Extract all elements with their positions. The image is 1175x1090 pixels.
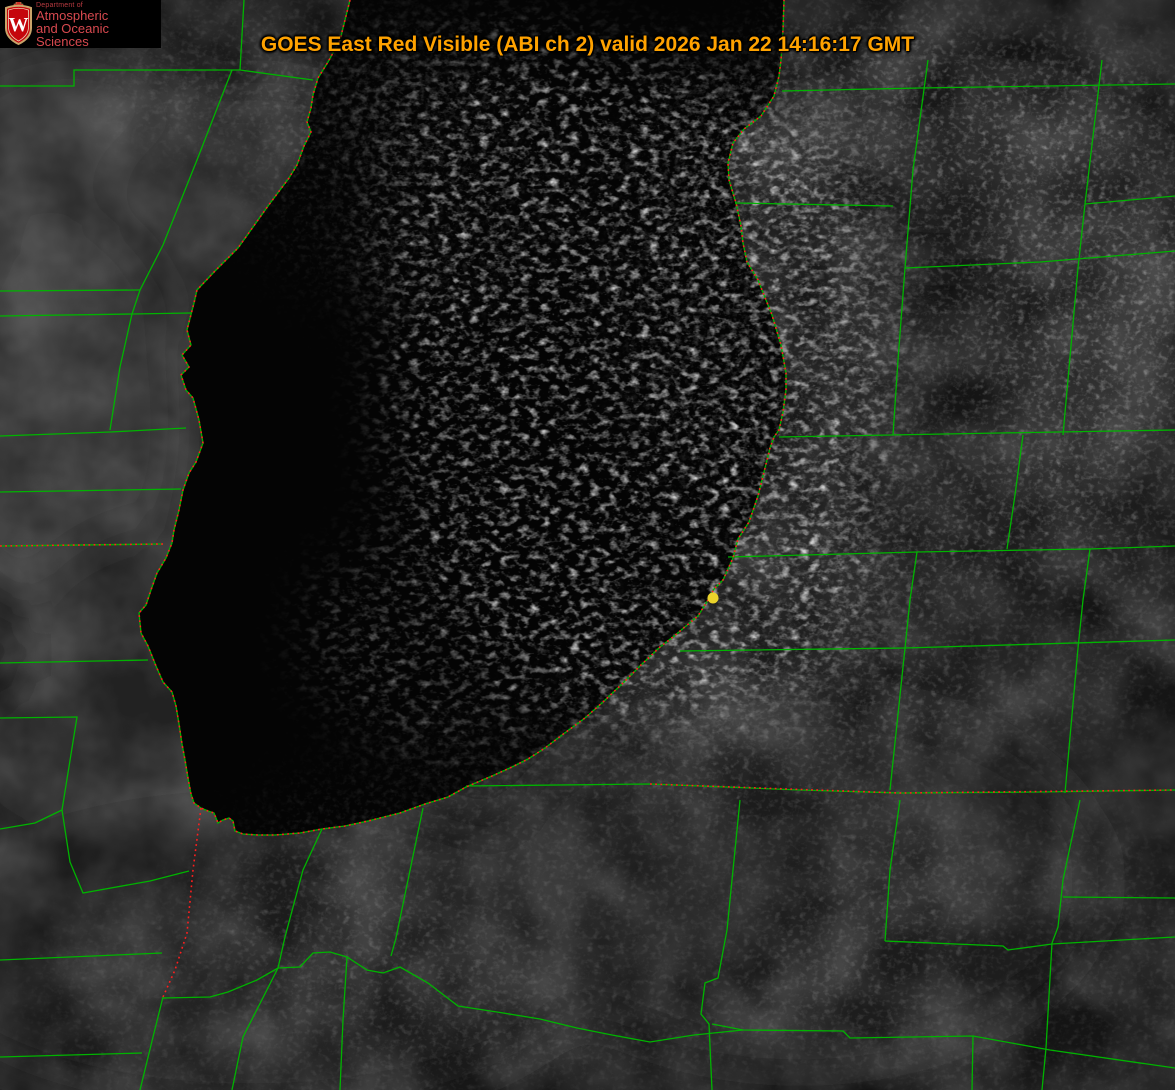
image-title: GOES East Red Visible (ABI ch 2) valid 2… [0,33,1175,57]
station-marker [708,593,719,604]
goes-satellite-view: W Department of Atmospheric and Oceanic … [0,0,1175,1090]
uw-logo-text: Department of Atmospheric and Oceanic Sc… [36,0,161,48]
uw-crest-icon: W [3,2,34,46]
svg-text:W: W [9,14,29,36]
logo-line2: and Oceanic Sciences [36,22,161,49]
uw-logo: W Department of Atmospheric and Oceanic … [0,0,161,48]
logo-line1: Atmospheric [36,9,161,22]
satellite-map [0,0,1175,1090]
land-cloud-field [0,0,1175,1090]
